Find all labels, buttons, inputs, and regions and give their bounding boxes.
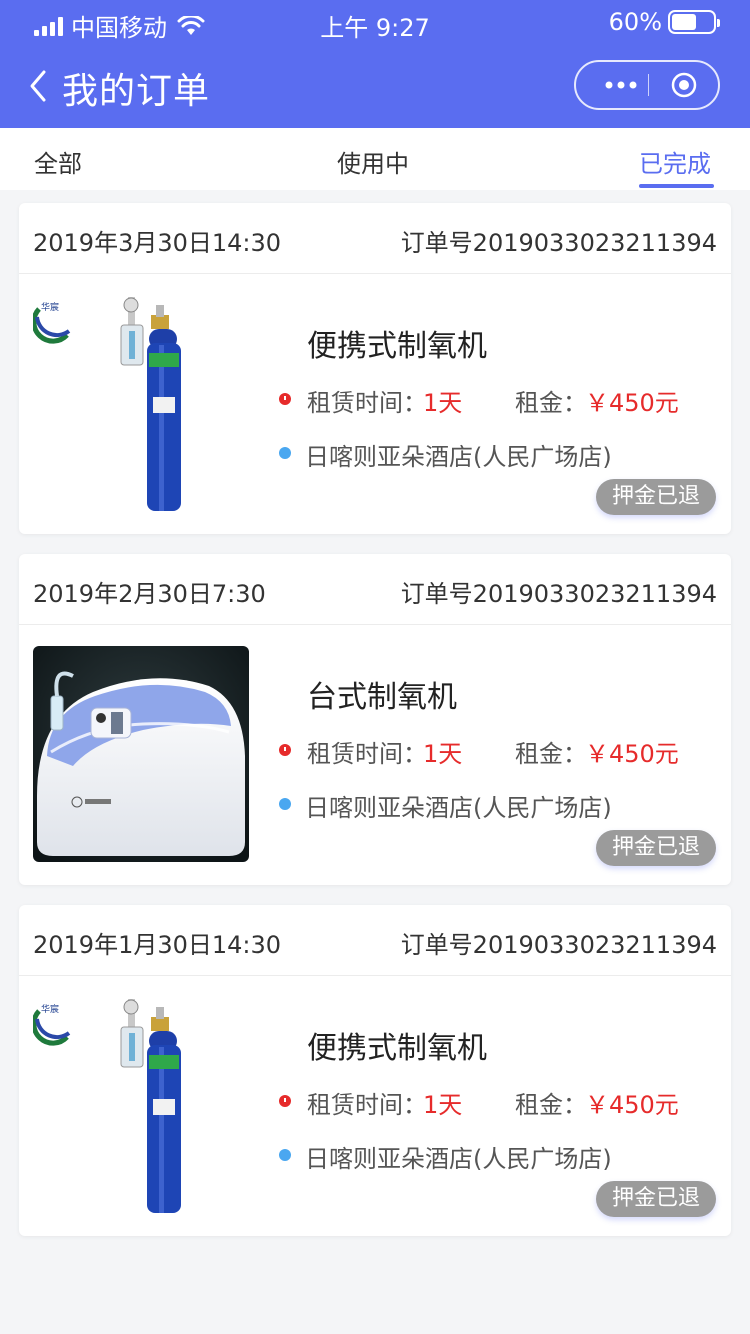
- store-info: 日喀则亚朵酒店(人民广场店): [279, 1139, 719, 1173]
- tab-completed[interactable]: 已完成: [639, 144, 711, 179]
- order-number: 订单号2019033023211394: [400, 229, 717, 257]
- rental-time-label: 租赁时间：: [307, 389, 427, 417]
- rent-price-label: 租金：: [515, 389, 587, 417]
- clock-icon: [279, 744, 291, 756]
- capsule-divider: [648, 74, 649, 96]
- mini-program-capsule: [574, 60, 720, 110]
- rental-info: 租赁时间： 1天 租金： ￥450元: [279, 1085, 719, 1119]
- product-name: 台式制氧机: [307, 680, 457, 715]
- product-name: 便携式制氧机: [307, 1031, 487, 1066]
- desktop-oxygen-concentrator-image: [33, 646, 249, 862]
- order-card-header: 2019年1月30日14:30 订单号2019033023211394: [19, 905, 731, 976]
- order-card-header: 2019年2月30日7:30 订单号2019033023211394: [19, 554, 731, 625]
- order-date: 2019年2月30日7:30: [33, 580, 266, 608]
- location-dot-icon: [279, 798, 291, 810]
- order-date: 2019年1月30日14:30: [33, 931, 282, 959]
- clock-icon: [279, 393, 291, 405]
- store-info: 日喀则亚朵酒店(人民广场店): [279, 788, 719, 822]
- deposit-status-badge: 押金已退: [596, 830, 716, 866]
- location-dot-icon: [279, 447, 291, 459]
- rent-price-label: 租金：: [515, 740, 587, 768]
- tab-all[interactable]: 全部: [34, 144, 82, 179]
- store-name: 日喀则亚朵酒店(人民广场店): [305, 1145, 612, 1173]
- rental-time-value: 1天: [423, 740, 463, 768]
- brand-logo-text: 华宸: [41, 1003, 59, 1015]
- rent-price-value: ￥450元: [585, 740, 679, 768]
- order-card-header: 2019年3月30日14:30 订单号2019033023211394: [19, 203, 731, 274]
- store-name: 日喀则亚朵酒店(人民广场店): [305, 443, 612, 471]
- rental-time-value: 1天: [423, 389, 463, 417]
- rental-time-label: 租赁时间：: [307, 1091, 427, 1119]
- rental-info: 租赁时间： 1天 租金： ￥450元: [279, 734, 719, 768]
- rent-price-value: ￥450元: [585, 389, 679, 417]
- deposit-status-badge: 押金已退: [596, 1181, 716, 1217]
- page-title: 我的订单: [62, 71, 211, 112]
- back-icon[interactable]: [22, 66, 58, 106]
- rental-time-label: 租赁时间：: [307, 740, 427, 768]
- store-info: 日喀则亚朵酒店(人民广场店): [279, 437, 719, 471]
- product-image: 华宸: [33, 997, 249, 1213]
- rental-time-value: 1天: [423, 1091, 463, 1119]
- order-card[interactable]: 2019年3月30日14:30 订单号2019033023211394 华宸 便…: [19, 203, 731, 534]
- status-bar: 中国移动 上午 9:27 60%: [0, 0, 750, 44]
- battery-percent: 60%: [608, 8, 662, 36]
- order-number: 订单号2019033023211394: [400, 580, 717, 608]
- clock-icon: [279, 1095, 291, 1107]
- rental-info: 租赁时间： 1天 租金： ￥450元: [279, 383, 719, 417]
- more-icon[interactable]: [596, 62, 646, 108]
- order-card[interactable]: 2019年1月30日14:30 订单号2019033023211394 华宸 便…: [19, 905, 731, 1236]
- battery-icon: [668, 10, 720, 34]
- nav-bar: 我的订单: [0, 44, 750, 128]
- tab-in-use[interactable]: 使用中: [337, 144, 409, 179]
- oxygen-cylinder-image: 华宸: [33, 295, 249, 511]
- close-mini-program-icon[interactable]: [670, 71, 698, 99]
- brand-logo-text: 华宸: [41, 301, 59, 313]
- store-name: 日喀则亚朵酒店(人民广场店): [305, 794, 612, 822]
- app-header: 中国移动 上午 9:27 60% 我的订单: [0, 0, 750, 128]
- order-number: 订单号2019033023211394: [400, 931, 717, 959]
- rent-price-value: ￥450元: [585, 1091, 679, 1119]
- location-dot-icon: [279, 1149, 291, 1161]
- product-image: 华宸: [33, 295, 249, 511]
- deposit-status-badge: 押金已退: [596, 479, 716, 515]
- oxygen-cylinder-image: 华宸: [33, 997, 249, 1213]
- order-tabs: 全部 使用中 已完成: [0, 128, 750, 190]
- rent-price-label: 租金：: [515, 1091, 587, 1119]
- product-image: [33, 646, 249, 862]
- active-tab-indicator: [639, 184, 714, 188]
- product-name: 便携式制氧机: [307, 329, 487, 364]
- order-date: 2019年3月30日14:30: [33, 229, 282, 257]
- order-card[interactable]: 2019年2月30日7:30 订单号2019033023211394 台式制氧机…: [19, 554, 731, 885]
